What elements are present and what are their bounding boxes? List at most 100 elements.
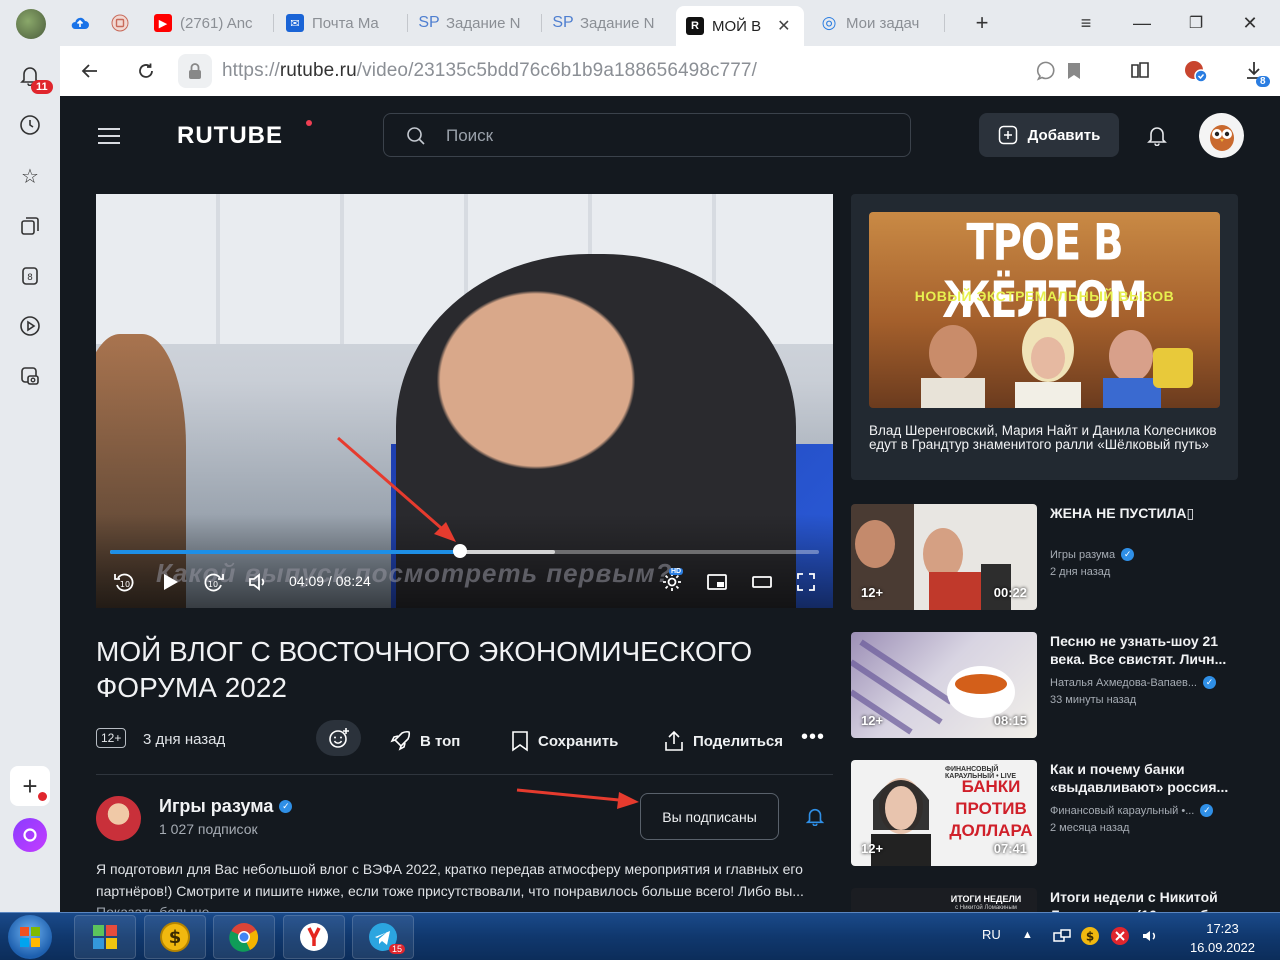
close-window-icon[interactable]: ✕ [1236, 10, 1264, 36]
recommendation-item[interactable]: ФИНАНСОВЫЙ КАРАУЛЬНЫЙ • LIVE БАНКИ ПРОТИ… [851, 760, 1238, 866]
volume-tray-icon[interactable] [1140, 926, 1160, 946]
reload-icon[interactable] [132, 58, 160, 84]
language-indicator[interactable]: RU [982, 927, 1001, 942]
annotation-arrow-subscribe [516, 788, 639, 809]
search-box [383, 113, 911, 157]
extension-icon[interactable] [1182, 58, 1210, 84]
verified-icon: ✓ [1200, 804, 1214, 817]
owl-avatar-icon [1209, 124, 1234, 151]
taskbar-app-chrome[interactable] [213, 915, 275, 959]
published-date: 3 дня назад [143, 731, 226, 748]
rewind-10-icon[interactable]: 10 [112, 570, 136, 594]
hamburger-menu-icon[interactable] [98, 128, 120, 144]
screenshot-icon[interactable] [17, 363, 43, 389]
verified-icon: ✓ [279, 800, 293, 813]
notifications-bell-icon[interactable] [1146, 124, 1168, 146]
translate-icon[interactable] [1032, 58, 1060, 84]
tray-dollar-icon[interactable]: $ [1080, 926, 1100, 946]
volume-icon[interactable] [246, 570, 270, 594]
subscribed-button[interactable]: Вы подписаны [640, 793, 779, 840]
promo-image: ТРОЕ В ЖЁЛТОМ НОВЫЙ ЭКСТРЕМАЛЬНЫЙ ВЫЗОВ [869, 212, 1220, 408]
sp-icon: SP [552, 14, 574, 31]
tray-antivirus-icon[interactable] [1110, 926, 1130, 946]
tray-expand-icon[interactable]: ▲ [1022, 929, 1033, 941]
recommendation-time: 2 дня назад [1050, 566, 1111, 578]
play-circle-icon[interactable] [17, 313, 43, 339]
tab-task-1[interactable]: SP Задание N [410, 6, 538, 40]
bookmark-outline-icon [512, 731, 528, 752]
minimize-icon[interactable]: — [1128, 10, 1156, 36]
tab-task-2[interactable]: SP Задание N [544, 6, 672, 40]
recommendation-title: Песню не узнать-шоу 21 века. Все свистят… [1050, 633, 1227, 667]
recommendation-item[interactable]: 12+ 00:22 ЖЕНА НЕ ПУСТИЛА▯ Игры разума ✓ … [851, 504, 1238, 610]
recommendation-thumbnail: ИТОГИ НЕДЕЛИ с Никитой Ломакиным [851, 888, 1037, 912]
new-tab-icon[interactable]: + [968, 10, 996, 36]
add-video-button[interactable]: Добавить [979, 113, 1119, 157]
cloud-upload-icon[interactable] [66, 10, 94, 36]
reaction-button[interactable] [316, 720, 361, 756]
play-icon[interactable] [158, 570, 182, 594]
recommendation-channel: Финансовый караульный •... ✓ [1050, 804, 1214, 817]
save-button[interactable]: Сохранить [510, 729, 618, 753]
recommendation-title: Итоги недели с Никитой Ломакиным (16 сен… [1050, 889, 1225, 912]
smile-add-icon [328, 728, 349, 748]
back-icon[interactable] [76, 58, 104, 84]
video-description: Я подготовил для Вас небольшой влог с ВЭ… [96, 861, 804, 899]
forward-10-icon[interactable]: 10 [202, 570, 226, 594]
menu-icon[interactable]: ≡ [1072, 10, 1100, 36]
start-button[interactable] [8, 915, 52, 959]
shield-icon[interactable] [106, 10, 134, 36]
share-button[interactable]: Поделиться [663, 729, 783, 753]
network-icon[interactable] [1052, 927, 1072, 947]
tabs-count-icon[interactable]: 8 [17, 263, 43, 289]
rutube-logo[interactable]: RUTUBE [177, 122, 283, 150]
annotation-arrow-progress [337, 436, 456, 542]
chrome-icon [229, 923, 259, 952]
tab-youtube[interactable]: ▶ (2761) Anc [144, 6, 270, 40]
recommendation-item[interactable]: ИТОГИ НЕДЕЛИ с Никитой Ломакиным Итоги н… [851, 888, 1238, 912]
search-icon[interactable] [406, 126, 426, 146]
channel-bell-icon[interactable] [805, 806, 825, 826]
channel-avatar[interactable] [96, 796, 141, 841]
bookmark-icon[interactable] [1060, 58, 1088, 84]
top-button[interactable]: В топ [388, 729, 460, 753]
verified-icon: ✓ [1203, 676, 1216, 689]
site-info-button[interactable] [178, 54, 212, 88]
star-icon[interactable]: ☆ [17, 163, 43, 189]
address-bar: https://rutube.ru/video/23135c5bdd76c6b1… [60, 46, 1280, 96]
history-icon[interactable] [17, 112, 43, 138]
svg-text:10: 10 [120, 580, 130, 589]
tab-mail[interactable]: ✉ Почта Ma [276, 6, 404, 40]
show-more-link[interactable]: Показать больше ⌄ [96, 904, 225, 912]
taskbar-app-telegram[interactable]: 15 [352, 915, 414, 959]
close-tab-icon[interactable]: ✕ [777, 16, 790, 36]
search-input[interactable] [446, 124, 886, 148]
alice-icon[interactable] [13, 818, 47, 852]
picture-in-picture-icon[interactable] [705, 570, 729, 594]
taskbar-app-windows[interactable] [74, 915, 136, 959]
thumb-text: ИТОГИ НЕДЕЛИ [950, 894, 1022, 904]
system-clock[interactable]: 17:23 16.09.2022 [1175, 919, 1270, 957]
profile-avatar[interactable] [16, 9, 46, 39]
rocket-icon [390, 730, 411, 751]
user-avatar[interactable] [1199, 113, 1244, 158]
more-options-icon[interactable]: ••• [801, 726, 825, 749]
theater-mode-icon[interactable] [750, 570, 774, 594]
taskbar-app-money[interactable]: $ [144, 915, 206, 959]
taskbar-app-yandex[interactable] [283, 915, 345, 959]
svg-text:$: $ [1086, 930, 1094, 944]
reader-icon[interactable] [1126, 58, 1154, 84]
channel-name[interactable]: Игры разума ✓ [159, 796, 293, 817]
recommendation-title: ЖЕНА НЕ ПУСТИЛА▯ [1050, 505, 1195, 521]
recommendation-item[interactable]: 12+ 08:15 Песню не узнать-шоу 21 века. В… [851, 632, 1238, 738]
restore-icon[interactable]: ❐ [1182, 10, 1210, 36]
url-text[interactable]: https://rutube.ru/video/23135c5bdd76c6b1… [222, 60, 757, 82]
recommendation-time: 33 минуты назад [1050, 694, 1137, 706]
collections-icon[interactable] [17, 213, 43, 239]
time-display: 04:09 / 08:24 [289, 573, 371, 589]
tab-rutube-active[interactable]: R МОЙ В ✕ [676, 6, 804, 46]
fullscreen-icon[interactable] [794, 570, 818, 594]
promo-card[interactable]: ТРОЕ В ЖЁЛТОМ НОВЫЙ ЭКСТРЕМАЛЬНЫЙ ВЫЗОВ … [851, 194, 1238, 480]
sp-icon: SP [418, 14, 440, 31]
tab-my-tasks[interactable]: ◎ Мои задач [810, 6, 938, 40]
